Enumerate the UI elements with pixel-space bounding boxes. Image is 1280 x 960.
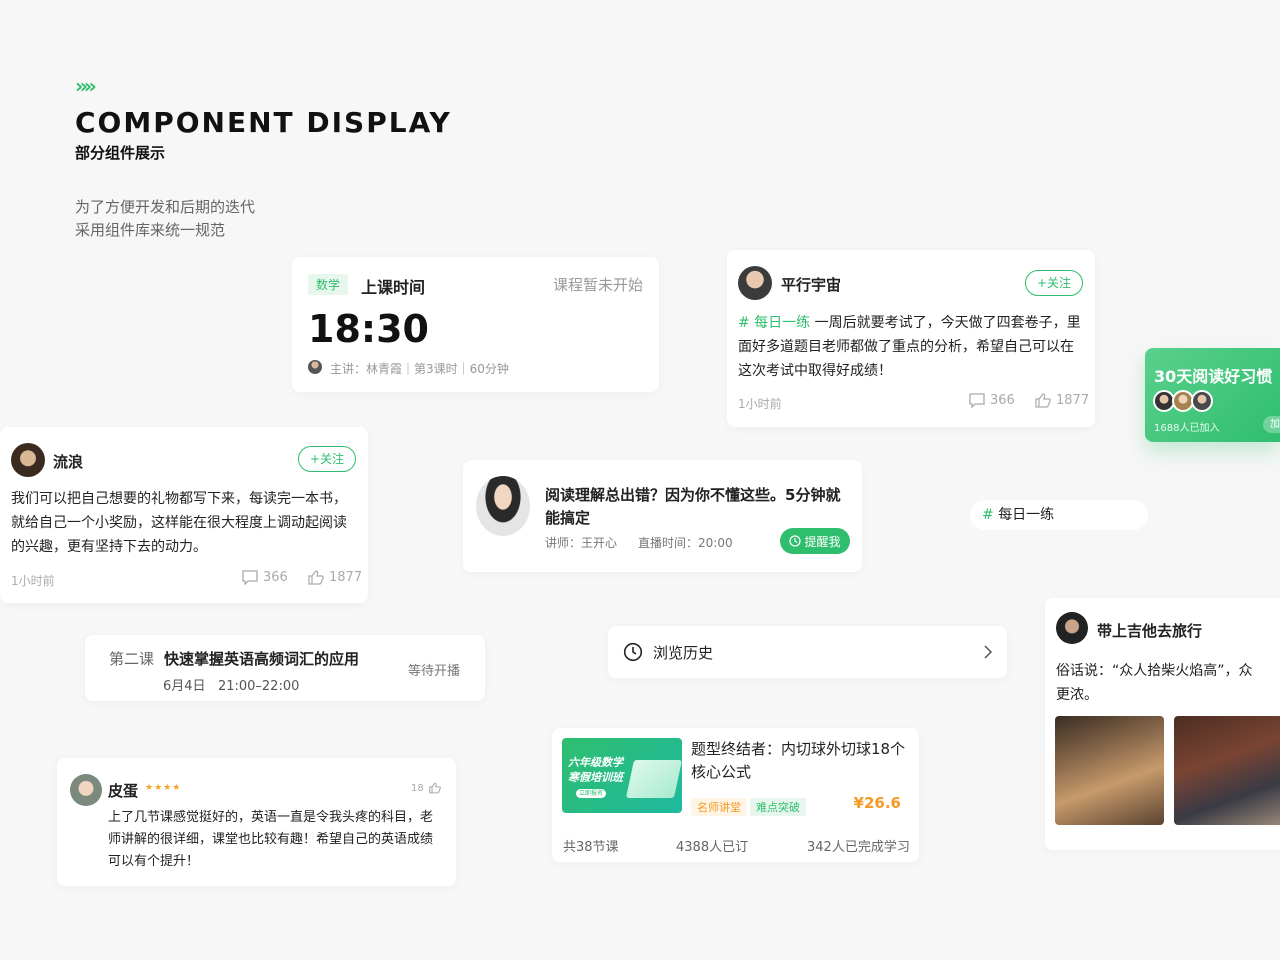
course-lessons: 共38节课 [563, 840, 619, 855]
reading-challenge-card[interactable]: 30天阅读好习惯 1688人已加入 加入 [1145, 348, 1280, 442]
course-title: 题型终结者：内切球外切球18个核心公式 [691, 740, 906, 781]
like-count: 1877 [1056, 393, 1090, 408]
follow-button[interactable]: +关注 [1025, 270, 1083, 296]
avatar [1191, 390, 1213, 412]
comment-stat[interactable]: 366 [242, 570, 288, 585]
review-text: 上了几节课感觉挺好的，英语一直是令我头疼的科目，老师讲解的很详细，课堂也比较有趣… [108, 810, 434, 869]
cover-title-line2: 寒假培训班 [568, 771, 623, 784]
course-tag: 名师讲堂 [691, 798, 747, 816]
class-time-label: 上课时间 [361, 278, 426, 297]
post-image[interactable] [1174, 716, 1280, 825]
browse-history-row[interactable]: 浏览历史 [608, 626, 1007, 678]
review-author[interactable]: 皮蛋 [108, 780, 138, 801]
hashtag-chip[interactable]: # 每日一练 [970, 500, 1148, 530]
lesson-card[interactable]: 第二课 快速掌握英语高频词汇的应用 6月4日 21:00–22:00 等待开播 [85, 635, 485, 701]
avatar[interactable] [1056, 612, 1088, 644]
hashtag-label: 每日一练 [998, 507, 1055, 523]
like-stat[interactable]: 18 [411, 782, 441, 794]
comment-stat[interactable]: 366 [969, 393, 1015, 408]
like-count: 18 [411, 782, 424, 794]
live-card[interactable]: 阅读理解总出错？因为你不懂这些。5分钟就能搞定 讲师：王开心 直播时间：20:0… [463, 460, 862, 572]
chevron-right-icon [984, 645, 993, 659]
class-status: 课程暂未开始 [552, 276, 643, 294]
lecturer-avatar [476, 476, 530, 536]
post-time: 1小时前 [738, 397, 782, 411]
teacher-avatar [308, 360, 322, 374]
avatar[interactable] [738, 266, 772, 300]
follow-button[interactable]: +关注 [298, 446, 356, 472]
lesson-title: 快速掌握英语高频词汇的应用 [164, 650, 360, 668]
rating-stars: ★★★★ [145, 783, 182, 793]
post-card-wander[interactable]: 流浪 +关注 我们可以把自己想要的礼物都写下来，每读完一本书，就给自己一个小奖励… [0, 427, 368, 603]
cover-signup-button: 立即报名 [576, 789, 606, 798]
like-count: 1877 [329, 570, 363, 585]
course-cover[interactable]: 六年级数学 寒假培训班 立即报名 [562, 738, 682, 813]
hash-icon: # [982, 507, 994, 523]
post-text: 我们可以把自己想要的礼物都写下来，每读完一本书，就给自己一个小奖励，这样能在很大… [11, 491, 347, 555]
thumbs-up-icon [308, 570, 324, 585]
class-meta: 主讲：林青霞｜第3课时｜60分钟 [330, 362, 509, 376]
post-text-line2: 更浓。 [1056, 687, 1098, 703]
clock-icon [623, 642, 643, 662]
subject-tag: 数学 [308, 274, 349, 295]
page-description-line1: 为了方便开发和后期的迭代 [75, 198, 256, 216]
joined-count: 1688人已加入 [1154, 423, 1220, 434]
post-image[interactable] [1055, 716, 1164, 825]
remind-label: 提醒我 [804, 534, 841, 549]
review-card[interactable]: 皮蛋 ★★★★ 18 上了几节课感觉挺好的，英语一直是令我头疼的科目，老师讲解的… [57, 758, 456, 886]
page-subtitle: 部分组件展示 [75, 144, 166, 162]
page-title: COMPONENT DISPLAY [75, 106, 452, 139]
class-time-value: 18:30 [308, 307, 429, 351]
live-title: 阅读理解总出错？因为你不懂这些。5分钟就能搞定 [545, 486, 841, 527]
post-body: # 每日一练 一周后就要考试了，今天做了四套卷子，里面好多道题目老师都做了重点的… [738, 311, 1084, 383]
course-card[interactable]: 六年级数学 寒假培训班 立即报名 题型终结者：内切球外切球18个核心公式 名师讲… [552, 728, 919, 862]
post-card-parallel[interactable]: 平行宇宙 +关注 # 每日一练 一周后就要考试了，今天做了四套卷子，里面好多道题… [727, 250, 1095, 427]
history-label: 浏览历史 [653, 644, 714, 662]
post-card-travel[interactable]: 带上吉他去旅行 俗话说：“众人拾柴火焰高”，众 更浓。 [1045, 598, 1280, 850]
thumbs-up-icon [428, 782, 441, 794]
participant-avatars [1153, 390, 1223, 414]
comment-icon [969, 393, 985, 408]
lesson-datetime: 6月4日 21:00–22:00 [163, 679, 300, 694]
lecturer: 讲师：王开心 [545, 536, 618, 550]
avatar[interactable] [70, 774, 102, 806]
lesson-index: 第二课 [109, 650, 155, 668]
join-button[interactable]: 加入 [1263, 416, 1280, 433]
book-icon [625, 760, 682, 798]
class-time-card[interactable]: 数学 上课时间 课程暂未开始 18:30 主讲：林青霞｜第3课时｜60分钟 [292, 257, 659, 392]
comment-icon [242, 570, 258, 585]
header-chevron-icon: »» [75, 74, 97, 98]
live-time: 直播时间：20:00 [638, 536, 733, 550]
like-stat[interactable]: 1877 [308, 570, 362, 585]
post-author[interactable]: 流浪 [53, 451, 83, 472]
cover-title-line1: 六年级数学 [568, 756, 623, 769]
course-subscribed: 4388人已订 [676, 840, 749, 855]
post-time: 1小时前 [11, 574, 55, 588]
comment-count: 366 [990, 393, 1015, 408]
post-author[interactable]: 带上吉他去旅行 [1097, 620, 1202, 641]
hashtag-link[interactable]: # 每日一练 [738, 315, 810, 331]
post-text-line1: 俗话说：“众人拾柴火焰高”，众 [1056, 663, 1253, 679]
thumbs-up-icon [1035, 393, 1051, 408]
course-completed: 342人已完成学习 [807, 840, 910, 855]
comment-count: 366 [263, 570, 288, 585]
like-stat[interactable]: 1877 [1035, 393, 1089, 408]
course-price: ¥26.6 [853, 794, 901, 812]
course-tag: 难点突破 [750, 798, 806, 816]
clock-icon [789, 535, 802, 547]
avatar[interactable] [11, 443, 45, 477]
remind-button[interactable]: 提醒我 [780, 528, 850, 554]
challenge-title: 30天阅读好习惯 [1154, 367, 1273, 386]
post-author[interactable]: 平行宇宙 [781, 274, 841, 295]
lesson-status: 等待开播 [408, 664, 461, 679]
page-description-line2: 采用组件库来统一规范 [75, 221, 226, 239]
